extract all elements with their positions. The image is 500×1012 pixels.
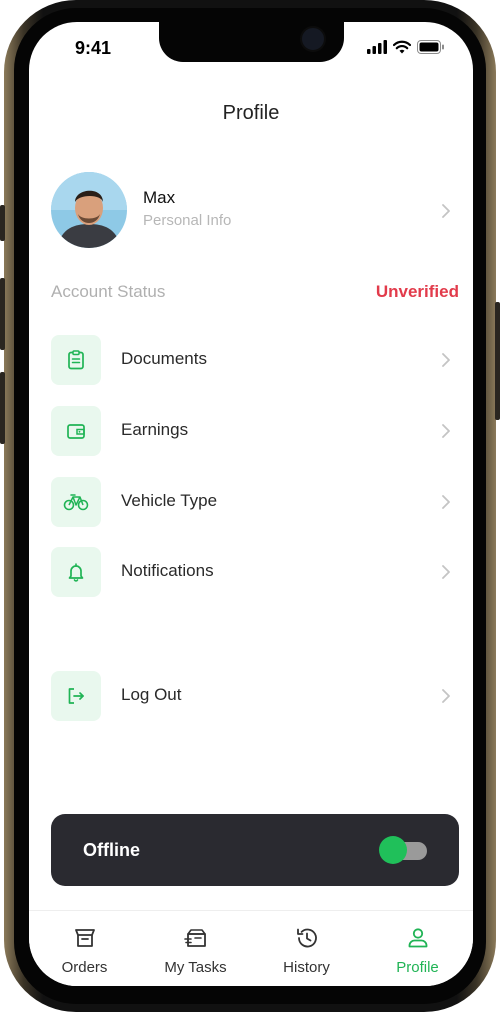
chevron-right-icon [442, 565, 450, 579]
menu-item-log-out[interactable]: Log Out [51, 671, 461, 723]
notch [159, 22, 344, 62]
bicycle-icon [63, 494, 89, 511]
menu-icon-box [51, 406, 101, 456]
menu-item-vehicle-type[interactable]: Vehicle Type [51, 477, 461, 529]
avatar [51, 172, 127, 248]
tab-orders[interactable]: Orders [29, 911, 140, 986]
logout-icon [68, 688, 84, 704]
menu-item-documents[interactable]: Documents [51, 335, 461, 387]
tab-label-profile: Profile [396, 959, 439, 976]
power-button [495, 302, 500, 420]
box-icon [75, 929, 95, 947]
bell-icon [68, 563, 84, 582]
bottom-tab-bar: Orders My Tasks History Profile [29, 910, 473, 986]
chevron-right-icon [442, 424, 450, 438]
volume-down-button [0, 372, 5, 444]
clipboard-icon [68, 350, 84, 370]
menu-icon-box [51, 335, 101, 385]
menu-item-earnings[interactable]: Earnings [51, 406, 461, 458]
menu-label-notifications: Notifications [121, 561, 214, 580]
tab-label-orders: Orders [61, 959, 108, 976]
status-time: 9:41 [75, 38, 112, 58]
tab-history[interactable]: History [251, 911, 362, 986]
battery-icon [417, 40, 444, 54]
tab-my-tasks[interactable]: My Tasks [140, 911, 251, 986]
profile-subtitle: Personal Info [143, 212, 232, 229]
tab-profile[interactable]: Profile [362, 911, 473, 986]
menu-label-documents: Documents [121, 349, 207, 368]
volume-up-button [0, 278, 5, 350]
menu-icon-box [51, 671, 101, 721]
wallet-icon [67, 424, 85, 439]
availability-toggle-knob[interactable] [379, 836, 407, 864]
menu-label-earnings: Earnings [121, 420, 189, 439]
profile-name: Max [143, 188, 176, 207]
person-icon [408, 928, 428, 948]
availability-bar: Offline [51, 814, 459, 886]
menu-item-notifications[interactable]: Notifications [51, 547, 461, 599]
availability-label: Offline [83, 840, 140, 860]
menu-label-vehicle-type: Vehicle Type [121, 491, 218, 510]
tab-label-history: History [283, 959, 330, 976]
menu-icon-box [51, 477, 101, 527]
chevron-right-icon [442, 495, 450, 509]
signal-icon [367, 40, 387, 54]
account-status-value: Unverified [375, 282, 459, 301]
app-screen: 9:41 Profile Max Personal Info Account S… [29, 22, 473, 986]
profile-row[interactable]: Max Personal Info [51, 172, 453, 250]
tasks-icon [184, 929, 206, 947]
menu-icon-box [51, 547, 101, 597]
mute-switch [0, 205, 5, 241]
chevron-right-icon [442, 204, 450, 218]
account-status-label: Account Status [51, 282, 166, 301]
menu-label-log-out: Log Out [121, 685, 182, 704]
tab-label-my-tasks: My Tasks [164, 959, 227, 976]
wifi-icon [393, 40, 411, 54]
history-icon [297, 928, 317, 948]
status-icons [367, 40, 445, 54]
chevron-right-icon [442, 689, 450, 703]
chevron-right-icon [442, 353, 450, 367]
front-camera [300, 26, 326, 52]
page-title: Profile [222, 102, 280, 124]
